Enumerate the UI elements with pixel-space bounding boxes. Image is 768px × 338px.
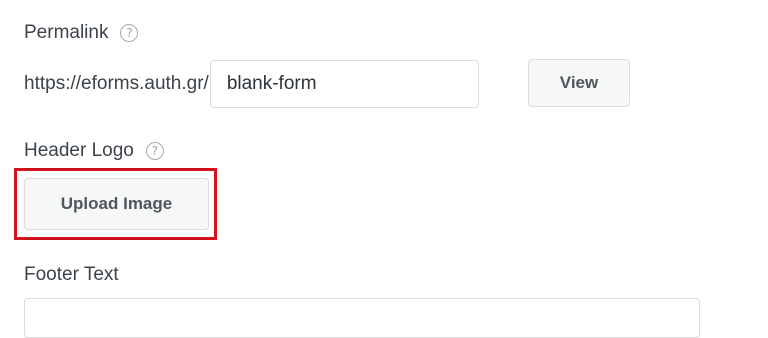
header-logo-label-text: Header Logo xyxy=(24,140,134,161)
view-button[interactable]: View xyxy=(528,59,630,107)
header-logo-label: Header Logo ? xyxy=(24,140,164,162)
footer-text-label-text: Footer Text xyxy=(24,264,119,285)
permalink-slug-input[interactable] xyxy=(209,60,479,108)
permalink-label: Permalink ? xyxy=(24,22,139,44)
footer-text-field[interactable] xyxy=(24,298,700,338)
question-circle-icon[interactable]: ? xyxy=(145,142,164,160)
permalink-prefix: https://eforms.auth.gr/ xyxy=(24,73,209,94)
footer-text-label: Footer Text xyxy=(24,264,119,286)
permalink-row: https://eforms.auth.gr/ xyxy=(24,60,479,108)
upload-image-button[interactable]: Upload Image xyxy=(24,178,209,230)
question-circle-icon[interactable]: ? xyxy=(120,24,139,42)
permalink-label-text: Permalink xyxy=(24,22,109,43)
